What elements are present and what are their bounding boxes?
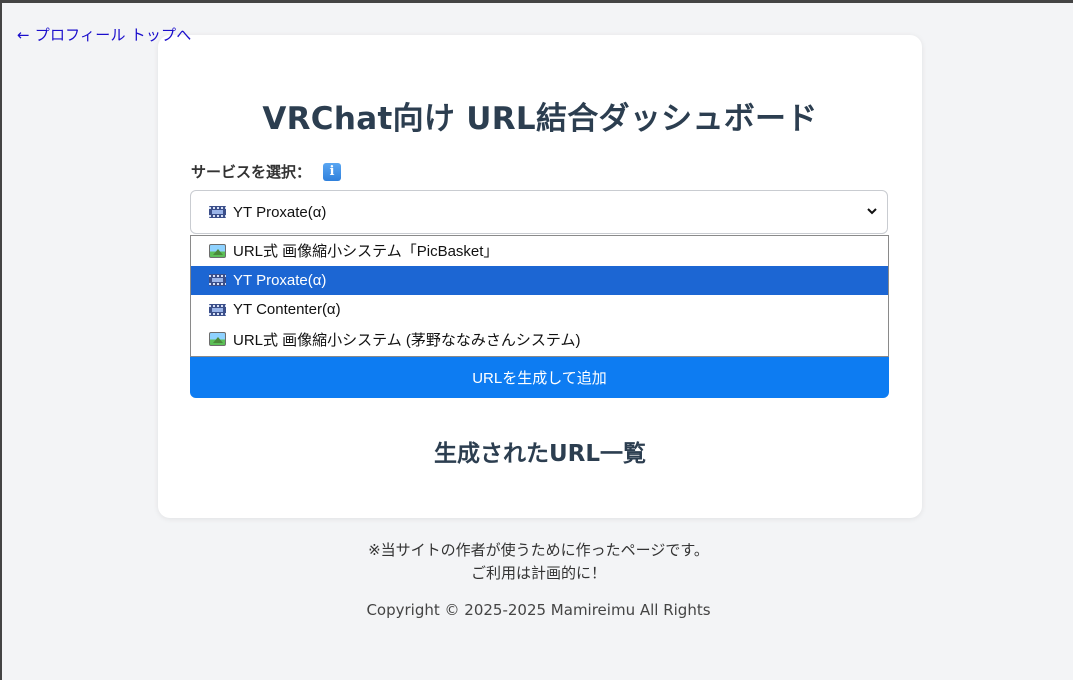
option-label: URL式 画像縮小システム「PicBasket」 xyxy=(233,243,499,261)
dashboard-card: VRChat向け URL結合ダッシュボード サービスを選択： i YT Prox… xyxy=(158,35,922,518)
option-label: YT Contenter(α) xyxy=(233,301,341,319)
framed-picture-icon xyxy=(209,243,226,258)
option-picbasket[interactable]: URL式 画像縮小システム「PicBasket」 xyxy=(191,236,888,266)
framed-picture-icon xyxy=(209,332,226,347)
service-select-label-text: サービスを選択： xyxy=(191,163,312,181)
generated-url-list-title: 生成されたURL一覧 xyxy=(433,441,647,467)
option-label: URL式 画像縮小システム (茅野ななみさんシステム) xyxy=(233,331,581,349)
option-yt-proxate[interactable]: YT Proxate(α) xyxy=(191,265,888,295)
option-kayano-system[interactable]: URL式 画像縮小システム (茅野ななみさんシステム) xyxy=(191,325,888,355)
service-select-value: YT Proxate(α) xyxy=(233,203,327,221)
service-select-label: サービスを選択： i xyxy=(191,161,342,182)
footer-note: ※当サイトの作者が使うために作ったページです。 ご利用は計画的に！ xyxy=(2,539,1073,585)
back-to-profile-link[interactable]: ← プロフィール トップへ xyxy=(17,24,191,45)
service-dropdown-list: URL式 画像縮小システム「PicBasket」 YT Proxate(α) Y… xyxy=(190,235,889,357)
chevron-down-icon xyxy=(867,208,877,215)
info-icon[interactable]: i xyxy=(323,162,342,181)
film-frames-icon xyxy=(209,303,226,316)
service-select[interactable]: YT Proxate(α) xyxy=(190,190,888,234)
generate-url-button[interactable]: URLを生成して追加 xyxy=(190,357,889,398)
film-frames-icon xyxy=(209,206,226,218)
back-link-label: プロフィール トップへ xyxy=(34,26,192,44)
copyright-text: Copyright © 2025-2025 Mamireimu All Righ… xyxy=(366,601,711,619)
footer-note-line-2: ご利用は計画的に！ xyxy=(470,564,606,582)
page-title: VRChat向け URL結合ダッシュボード xyxy=(262,101,818,137)
option-yt-contenter[interactable]: YT Contenter(α) xyxy=(191,295,888,325)
option-label: YT Proxate(α) xyxy=(233,271,327,289)
film-frames-icon xyxy=(209,274,226,287)
left-arrow-icon: ← xyxy=(17,26,30,44)
footer-note-line-1: ※当サイトの作者が使うために作ったページです。 xyxy=(368,541,709,559)
